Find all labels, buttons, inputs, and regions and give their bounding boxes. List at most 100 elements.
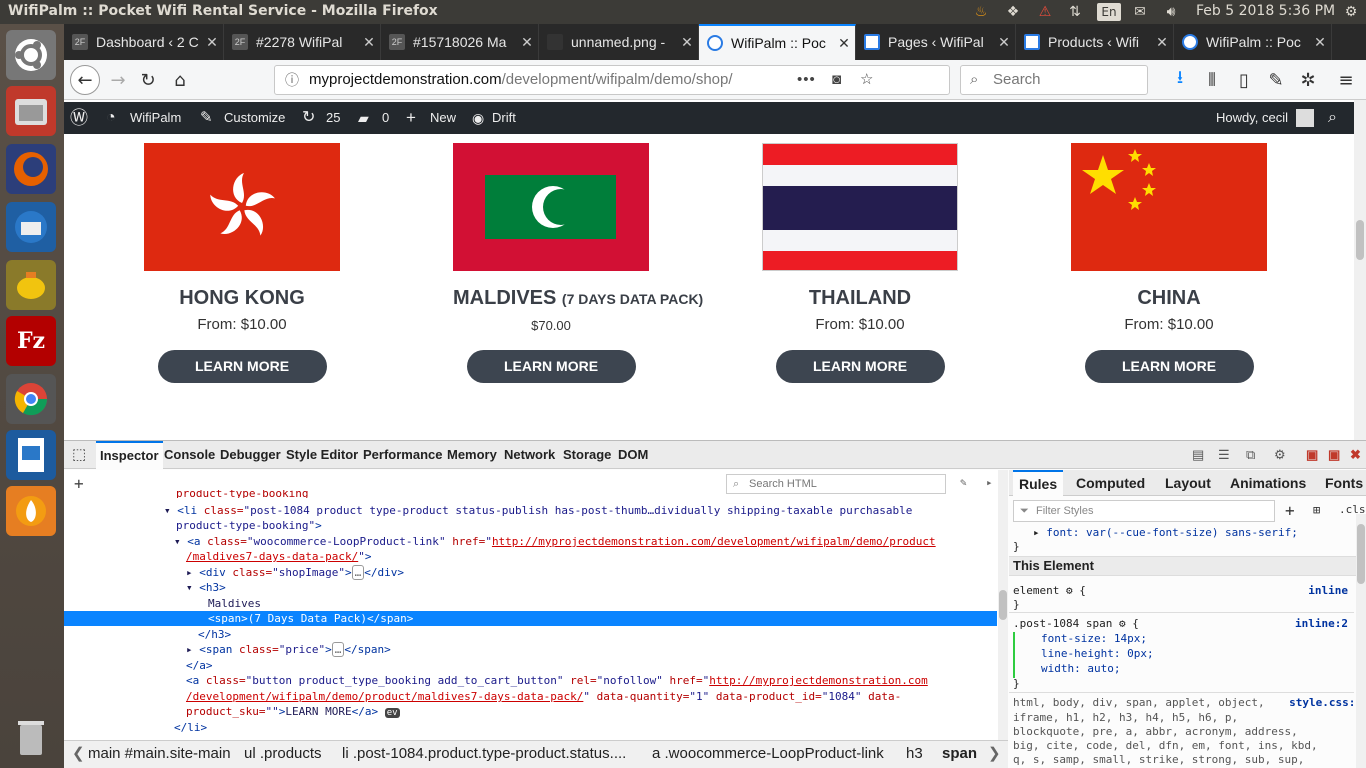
rule-source-link[interactable]: inline:2 <box>1295 617 1348 630</box>
rule-source-link[interactable]: style.css:2 <box>1289 696 1362 709</box>
markup-line-li[interactable]: ▾ <li class="post-1084 product type-prod… <box>164 503 912 518</box>
element-picker-icon[interactable]: ⬚ <box>68 441 90 469</box>
markup-scrollbar[interactable] <box>998 470 1008 740</box>
library-icon[interactable]: ⫴ <box>1198 66 1226 94</box>
tab-storage[interactable]: Storage <box>559 441 615 469</box>
sidebar-icon[interactable]: ▯ <box>1230 66 1258 94</box>
product-name[interactable]: HONG KONG <box>144 287 340 310</box>
declaration[interactable]: font-size: 14px; <box>1041 632 1147 645</box>
markup-line[interactable]: product-type-booking <box>176 490 308 498</box>
breadcrumb-item[interactable]: main #main.site-main <box>88 741 231 767</box>
ubuntu-dash-icon[interactable] <box>6 30 56 80</box>
tab-layout[interactable]: Layout <box>1165 470 1211 496</box>
markup-line[interactable]: </h3> <box>198 627 231 642</box>
breadcrumb-item[interactable]: ul .products <box>244 741 322 767</box>
reload-icon[interactable]: ↻ <box>134 66 162 94</box>
close-tab-icon[interactable]: ✕ <box>201 34 223 51</box>
close-tab-icon[interactable]: ✕ <box>1309 34 1331 51</box>
eyedropper-icon[interactable]: ✎ <box>960 476 967 489</box>
scrollbar-thumb[interactable] <box>999 590 1007 620</box>
reset-selector[interactable]: iframe, h1, h2, h3, h4, h5, h6, p, <box>1013 711 1238 724</box>
pocket-icon[interactable]: ◙ <box>832 66 841 94</box>
download-icon[interactable]: ⭳ <box>1166 66 1194 94</box>
tab-dom[interactable]: DOM <box>614 441 652 469</box>
markup-line[interactable]: product_sku="">LEARN MORE</a> ev <box>186 704 400 719</box>
btn-href-link[interactable]: http://myprojectdemonstration.com <box>709 674 928 687</box>
reset-selector[interactable]: html, body, div, span, applet, object, <box>1013 696 1265 709</box>
rule-line[interactable]: ▸ font: var(--cue-font-size) sans-serif; <box>1033 526 1298 539</box>
tab-2278[interactable]: 2F #2278 WifiPal ✕ <box>224 24 381 60</box>
files-icon[interactable] <box>6 86 56 136</box>
markup-line-a[interactable]: ▾ <a class="woocommerce-LoopProduct-link… <box>174 534 936 549</box>
hamburger-menu-icon[interactable]: ≡ <box>1332 66 1360 94</box>
clock[interactable]: Feb 5 2018 5:36 PM <box>1196 3 1335 19</box>
close-tab-icon[interactable]: ✕ <box>676 34 698 51</box>
page-actions-icon[interactable]: ••• <box>797 66 816 94</box>
declaration[interactable]: width: auto; <box>1041 662 1120 675</box>
impress-icon[interactable] <box>6 430 56 480</box>
reset-selector[interactable]: blockquote, pre, a, abbr, acronym, addre… <box>1013 725 1298 738</box>
a-href-link[interactable]: /maldives7-days-data-pack/ <box>186 550 358 563</box>
product-name[interactable]: THAILAND <box>762 287 958 310</box>
markup-line[interactable]: /development/wifipalm/demo/product/maldi… <box>186 689 901 704</box>
a-href-link[interactable]: http://myprojectdemonstration.com/develo… <box>492 535 936 548</box>
flame-icon[interactable]: ♨ <box>970 2 992 22</box>
page-scrollbar[interactable] <box>1354 100 1366 440</box>
bookmark-star-icon[interactable]: ☆ <box>860 66 873 94</box>
tab-pages[interactable]: Pages ‹ WifiPal ✕ <box>856 24 1016 60</box>
teapot-icon[interactable] <box>6 260 56 310</box>
markup-line[interactable]: </a> <box>186 658 213 673</box>
url-bar[interactable]: ⓘ myprojectdemonstration.com/development… <box>274 65 950 95</box>
markup-line[interactable]: /maldives7-days-data-pack/"> <box>186 549 371 564</box>
user-avatar[interactable] <box>1296 109 1314 127</box>
element-rule-selector[interactable]: element ⚙ { <box>1013 584 1086 597</box>
rule-source-inline[interactable]: inline <box>1308 584 1348 597</box>
product-name[interactable]: CHINA <box>1071 287 1267 310</box>
customize-link[interactable]: Customize <box>224 102 285 134</box>
updates-count[interactable]: 25 <box>326 102 340 134</box>
tab-computed[interactable]: Computed <box>1076 470 1145 496</box>
declaration[interactable]: line-height: 0px; <box>1041 647 1154 660</box>
site-name-link[interactable]: WifiPalm <box>130 102 181 134</box>
markup-line-span-selected[interactable]: <span>(7 Days Data Pack)</span> <box>64 611 997 626</box>
close-devtools-icon[interactable]: ✖ <box>1346 441 1365 469</box>
tab-wifipalm-2[interactable]: WifiPalm :: Poc ✕ <box>1174 24 1332 60</box>
learn-more-button[interactable]: LEARN MORE <box>157 350 327 383</box>
tab-15718026[interactable]: 2F #15718026 Ma ✕ <box>381 24 539 60</box>
eyedropper-icon[interactable]: ✎ <box>1262 66 1290 94</box>
minimize-icon[interactable]: ▣ <box>1302 441 1322 469</box>
filter-styles-input[interactable]: ⏷ Filter Styles <box>1013 500 1275 522</box>
thailand-flag-image[interactable] <box>762 143 958 271</box>
keyboard-layout-indicator[interactable]: En <box>1097 3 1121 21</box>
toggle-pseudo-icon[interactable]: ⊞ <box>1313 503 1320 517</box>
china-flag-image[interactable] <box>1071 143 1267 271</box>
chrome-icon[interactable] <box>6 374 56 424</box>
maldives-flag-image[interactable] <box>453 143 649 271</box>
tab-dashboard[interactable]: 2F Dashboard ‹ 2 C ✕ <box>64 24 224 60</box>
settings-gear-icon[interactable]: ⚙ <box>1270 441 1290 469</box>
tab-inspector[interactable]: Inspector <box>96 441 163 469</box>
responsive-icon[interactable]: ⧉ <box>1242 441 1259 469</box>
wordpress-logo-icon[interactable]: Ⓦ <box>70 102 88 134</box>
split-console-icon[interactable]: ☰ <box>1214 441 1234 469</box>
rule-selector[interactable]: .post-1084 span ⚙ { <box>1013 617 1139 630</box>
markup-line[interactable]: product-type-booking"> <box>176 518 322 533</box>
comments-count[interactable]: 0 <box>382 102 389 134</box>
howdy-user[interactable]: Howdy, cecil <box>1216 102 1288 134</box>
tab-console[interactable]: Console <box>160 441 219 469</box>
tab-fonts[interactable]: Fonts <box>1325 470 1366 496</box>
breadcrumb-item[interactable]: h3 <box>906 741 923 767</box>
network-icon[interactable]: ⇅ <box>1064 2 1086 22</box>
maximize-icon[interactable]: ▣ <box>1324 441 1344 469</box>
tab-performance[interactable]: Performance <box>359 441 446 469</box>
markup-line-h3[interactable]: ▾ <h3> <box>186 580 226 595</box>
tab-products[interactable]: Products ‹ Wifi ✕ <box>1016 24 1174 60</box>
search-html-input[interactable]: ⌕ Search HTML <box>726 474 946 494</box>
new-content-link[interactable]: New <box>430 102 456 134</box>
tab-unnamed-png[interactable]: unnamed.png - ✕ <box>539 24 699 60</box>
markup-line[interactable]: </li> <box>174 720 207 735</box>
learn-more-button[interactable]: LEARN MORE <box>1084 350 1254 383</box>
reset-selector[interactable]: q, s, samp, small, strike, strong, sub, … <box>1013 753 1304 767</box>
close-tab-icon[interactable]: ✕ <box>833 35 855 52</box>
tab-animations[interactable]: Animations <box>1230 470 1306 496</box>
